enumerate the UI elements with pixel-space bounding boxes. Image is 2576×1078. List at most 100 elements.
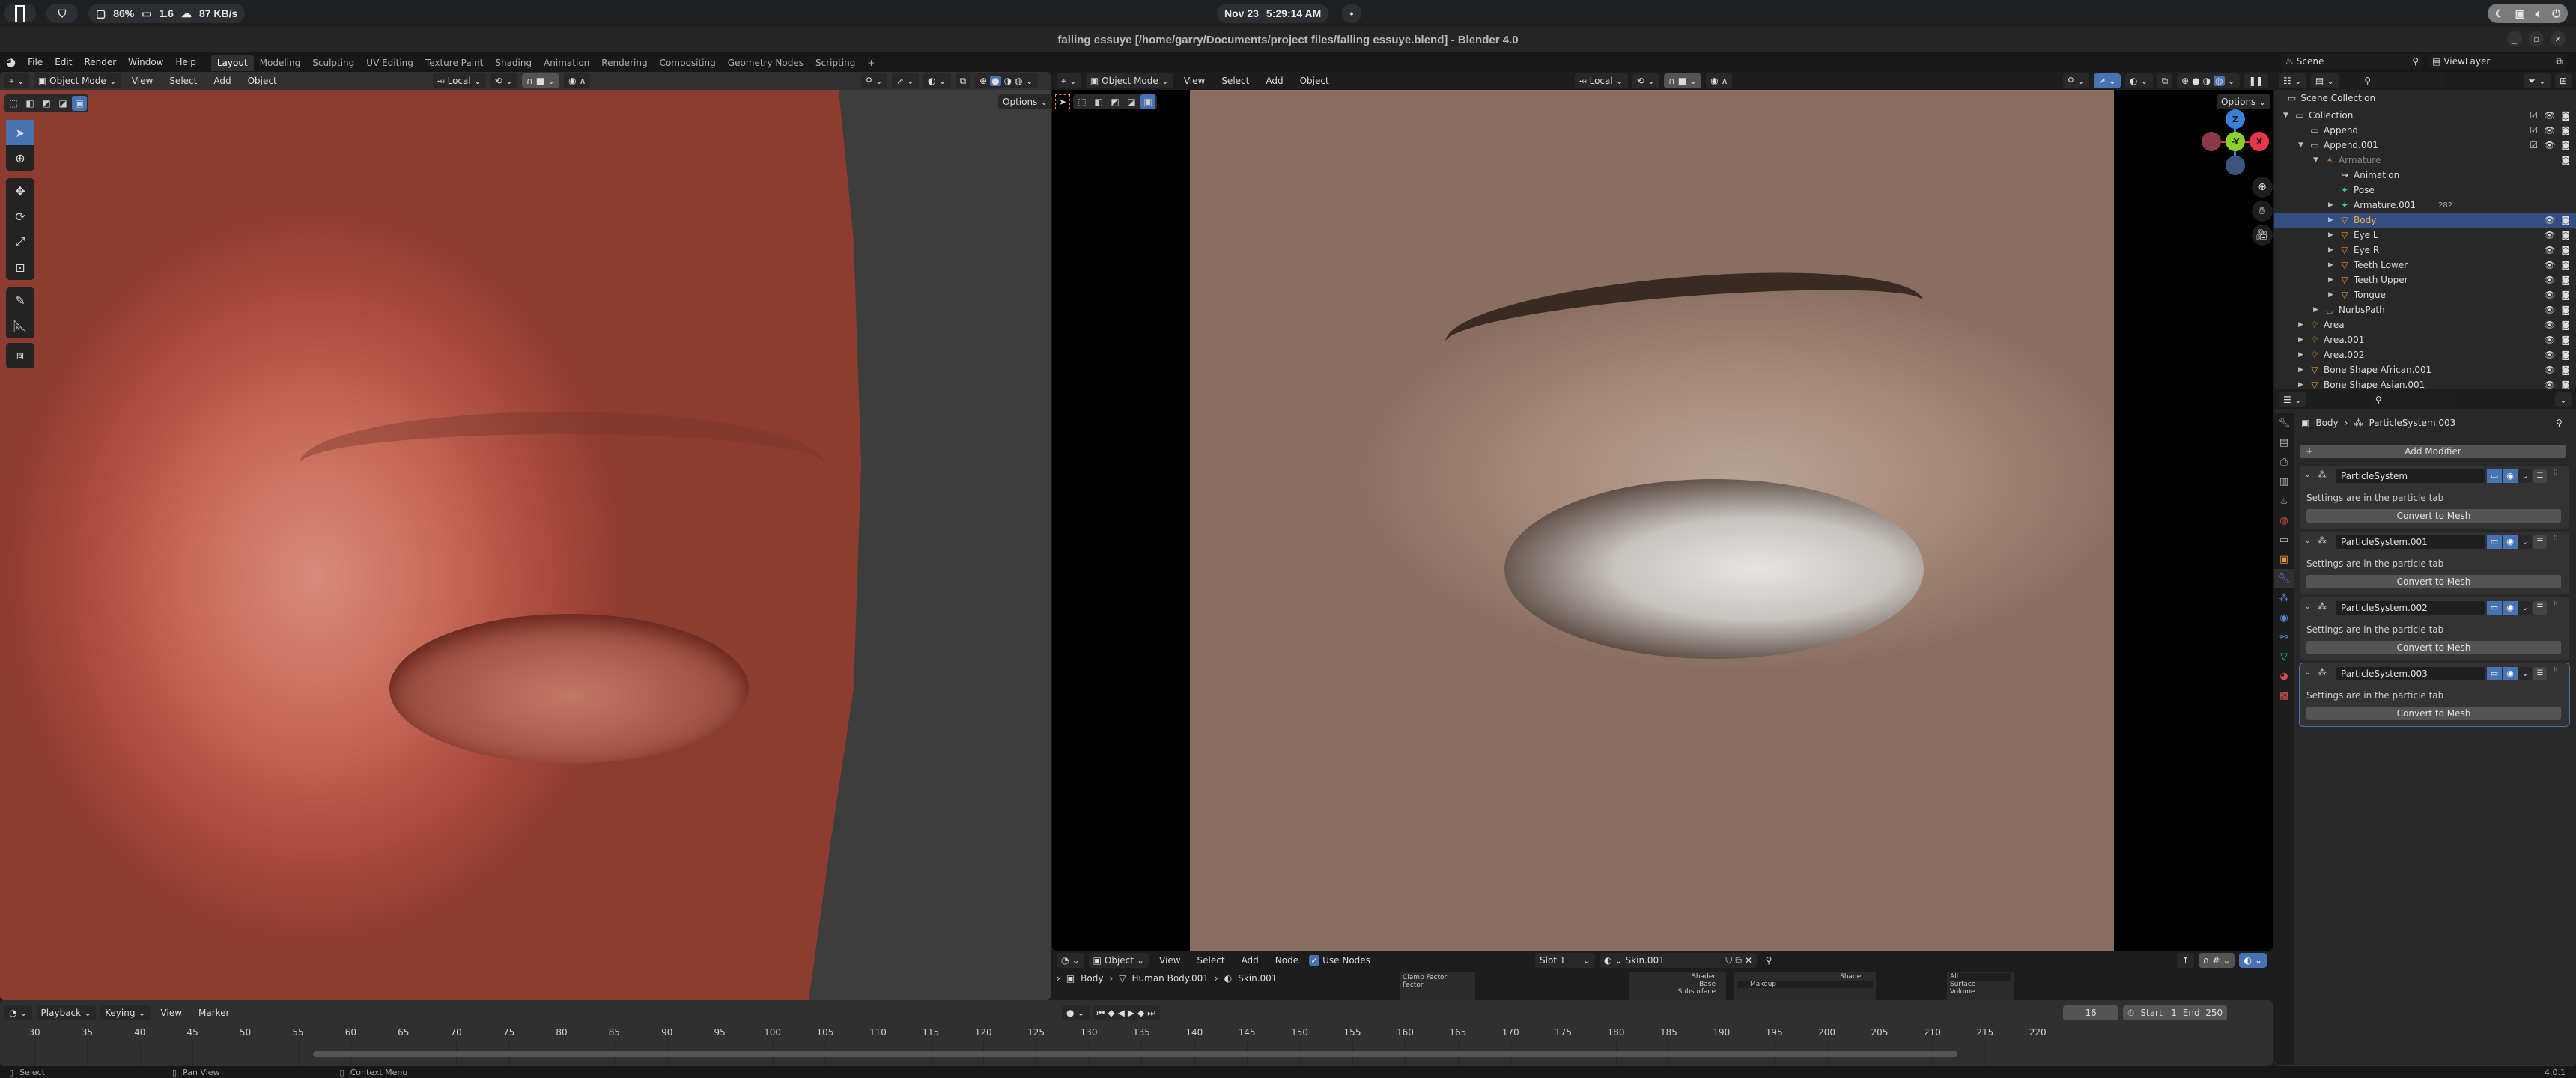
camera-render-icon[interactable]: ◙: [2561, 215, 2570, 225]
modifier-name-field[interactable]: ParticleSystem.001: [2336, 535, 2485, 549]
duplicate-material-icon[interactable]: ⧉: [1735, 955, 1742, 966]
camera-render-icon[interactable]: ◙: [2561, 320, 2570, 330]
gizmo-neg-x-axis[interactable]: [2202, 132, 2221, 151]
data-tab-icon[interactable]: ▽: [2274, 647, 2294, 666]
toggle-icon[interactable]: ☰: [2533, 535, 2547, 549]
play-icon[interactable]: ▶: [1128, 1008, 1134, 1018]
menu-add[interactable]: Add: [207, 72, 237, 91]
overlay-toggle[interactable]: ◐ ⌄: [923, 73, 951, 88]
toggle-icon[interactable]: ☰: [2533, 601, 2547, 615]
outliner-row[interactable]: ▶ ▽ Tongue 👁︎ ◙: [2274, 287, 2576, 302]
material-shading-icon[interactable]: ◑: [1004, 76, 1012, 86]
use-nodes-checkbox[interactable]: ✓ Use Nodes: [1309, 955, 1370, 966]
menu-add[interactable]: Add: [1236, 951, 1265, 970]
editor-type-button[interactable]: ◔ ⌄: [4, 1005, 32, 1020]
outliner-row[interactable]: ▼ ▭ Collection ☑ 👁︎ ◙: [2274, 108, 2576, 123]
outliner-row[interactable]: ▶ ▽ Body 👁︎ ◙: [2274, 213, 2576, 228]
node-material-output[interactable]: All Surface Volume: [1947, 972, 2014, 1000]
convert-to-mesh-button[interactable]: Convert to Mesh: [2306, 509, 2561, 523]
wireframe-shading-icon[interactable]: ⊕: [979, 76, 987, 86]
outliner-row[interactable]: ▶ ✦ Armature.001 282: [2274, 198, 2576, 213]
slot-selector[interactable]: Slot 1 ⌄: [1535, 953, 1595, 968]
play-reverse-icon[interactable]: ◀: [1118, 1008, 1125, 1018]
display-mode-selector[interactable]: ▤ ⌄: [2310, 73, 2339, 88]
xray-toggle[interactable]: ⧉: [955, 73, 971, 88]
show-viewport-icon[interactable]: ▭: [2487, 601, 2502, 615]
options-button[interactable]: Options ⌄: [998, 94, 1051, 109]
transform-tool-icon[interactable]: ⊡: [6, 255, 34, 280]
select-subtract-icon[interactable]: ◩: [1108, 94, 1123, 109]
material-tab-icon[interactable]: ◕: [2274, 666, 2294, 686]
disclosure-closed-icon[interactable]: ▶: [2298, 351, 2309, 359]
select-invert-icon[interactable]: ◪: [1124, 94, 1139, 109]
pivot-selector[interactable]: ⟲ ⌄: [490, 73, 517, 88]
select-box-tool-icon[interactable]: ➤: [6, 120, 34, 145]
camera-render-icon[interactable]: ◙: [2561, 245, 2570, 255]
properties-search-input[interactable]: ⚲: [2370, 392, 2455, 407]
menu-object[interactable]: Object: [242, 72, 283, 91]
modifier-name-field[interactable]: ParticleSystem.002: [2336, 601, 2485, 615]
modifier-name-field[interactable]: ParticleSystem.003: [2336, 667, 2485, 680]
snap-toggle[interactable]: ∩ # ⌄: [2198, 953, 2235, 968]
shader-node-editor[interactable]: ◔ ⌄ ▣ Object ⌄ View Select Add Node ✓ Use N…: [1052, 951, 2273, 1000]
camera-render-icon[interactable]: ◙: [2561, 260, 2570, 270]
volume-icon[interactable]: 🔈︎: [2536, 7, 2542, 20]
outliner-row[interactable]: ▶ ▽ Eye L 👁︎ ◙: [2274, 228, 2576, 243]
camera-render-icon[interactable]: ◙: [2561, 305, 2570, 315]
eye-icon[interactable]: 👁︎: [2544, 350, 2555, 360]
select-new-icon[interactable]: ⬚: [1075, 94, 1090, 109]
disclosure-closed-icon[interactable]: ▶: [2298, 321, 2309, 329]
add-cube-tool-icon[interactable]: ⧈: [6, 343, 34, 368]
menu-add[interactable]: Add: [1260, 72, 1289, 91]
visibility-selector[interactable]: ⚲ ⌄: [2063, 73, 2089, 88]
eye-icon[interactable]: 👁︎: [2544, 110, 2555, 121]
tab-shading[interactable]: Shading: [489, 55, 538, 71]
disclosure-closed-icon[interactable]: ▶: [2328, 261, 2339, 269]
next-keyframe-icon[interactable]: ◆: [1137, 1008, 1144, 1018]
jump-end-icon[interactable]: ⏭: [1147, 1008, 1155, 1019]
proportional-edit-toggle[interactable]: ◉ ∧: [1706, 73, 1733, 88]
menu-object[interactable]: Object: [1294, 72, 1335, 91]
outliner-row[interactable]: ▶ ▽ Bone Shape African.001 👁︎ ◙: [2274, 362, 2576, 377]
editor-type-button[interactable]: ⌖ ⌄: [4, 73, 29, 88]
gizmo-x-axis[interactable]: X: [2250, 132, 2269, 151]
solid-shading-icon[interactable]: ●: [2192, 76, 2199, 86]
editor-type-button[interactable]: ☰ ⌄: [2279, 392, 2306, 407]
outliner-row[interactable]: ▶ ▽ Teeth Upper 👁︎ ◙: [2274, 272, 2576, 287]
scale-tool-icon[interactable]: ⤢: [6, 229, 34, 255]
scene-tab-icon[interactable]: ♨: [2274, 491, 2294, 511]
collapse-chevron-icon[interactable]: ⌄: [2304, 601, 2311, 611]
material-shading-icon[interactable]: ◑: [2203, 76, 2211, 86]
clock[interactable]: Nov 23 5:29:14 AM: [1217, 4, 1329, 23]
disclosure-closed-icon[interactable]: ▶: [2328, 231, 2339, 239]
viewport-left[interactable]: ⌖ ⌄ ▣ Object Mode ⌄ View Select Add Object …: [0, 72, 1051, 1000]
prev-keyframe-icon[interactable]: ◆: [1108, 1008, 1114, 1018]
transform-orientation-selector[interactable]: ⤟ Local ⌄: [433, 73, 486, 88]
eye-icon[interactable]: 👁︎: [2544, 365, 2555, 375]
cursor-tool-icon[interactable]: ⊕: [6, 145, 34, 171]
snap-toggle[interactable]: ∩ ■ ⌄: [521, 73, 560, 88]
system-stats[interactable]: ▢ 86% ▭ 1.6 ☁ 87 KB/s: [88, 4, 246, 23]
properties-options-button[interactable]: ⌄: [2554, 392, 2572, 407]
outliner-row[interactable]: ▼ ✶ Armature ◙: [2274, 153, 2576, 168]
outliner-row[interactable]: ▶ ◡ NurbsPath 👁︎ ◙: [2274, 302, 2576, 317]
window-icon[interactable]: ▣: [2515, 7, 2525, 20]
menu-file[interactable]: File: [22, 52, 49, 72]
end-frame-field[interactable]: End 250: [2183, 1008, 2223, 1018]
scene-collection-row[interactable]: ▭ Scene Collection: [2288, 93, 2375, 103]
select-invert-icon[interactable]: ◪: [55, 96, 70, 111]
drag-handle-icon[interactable]: ⠿: [2553, 469, 2558, 478]
disclosure-closed-icon[interactable]: ▶: [2298, 366, 2309, 374]
select-box-tool-icon[interactable]: ➤: [1055, 94, 1070, 109]
outliner-row[interactable]: ✦ Pose: [2274, 183, 2576, 198]
tab-animation[interactable]: Animation: [538, 55, 595, 71]
transform-orientation-selector[interactable]: ⤟ Local ⌄: [1575, 73, 1628, 88]
exclude-checkbox[interactable]: ☑: [2530, 125, 2538, 135]
rotate-tool-icon[interactable]: ⟳: [6, 204, 34, 229]
outliner-row[interactable]: ▼ ▭ Append.001 ☑ 👁︎ ◙: [2274, 138, 2576, 153]
zoom-icon[interactable]: ⊕: [2252, 177, 2273, 198]
menu-select[interactable]: Select: [163, 72, 203, 91]
shader-type-selector[interactable]: ▣ Object ⌄: [1088, 953, 1149, 968]
node-shader-inputs[interactable]: Shader Base Subsurface: [1629, 972, 1726, 1000]
gizmo-toggle[interactable]: ↗ ⌄: [2093, 73, 2121, 88]
